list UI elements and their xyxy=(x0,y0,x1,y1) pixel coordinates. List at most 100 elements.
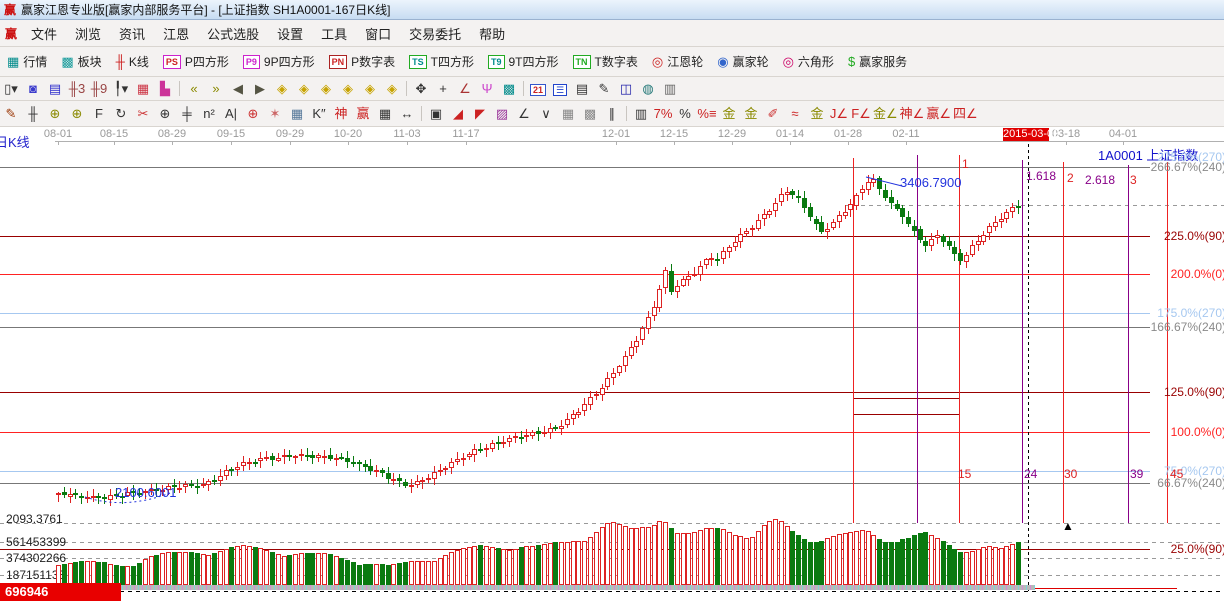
menu-item-gann[interactable]: 江恩 xyxy=(154,27,198,42)
tool-stamp-pattern[interactable]: ◙ xyxy=(22,80,44,97)
tool-circle-cross-tool[interactable]: ⊕ xyxy=(242,105,264,122)
tool-grid-a-tool[interactable]: ▦ xyxy=(557,105,579,122)
tool-crosshair-tool[interactable]: + xyxy=(432,80,454,97)
tool-star-grid-tool[interactable]: ✶ xyxy=(264,105,286,122)
f-ruler-tool-icon: F xyxy=(95,106,103,121)
toolbar-p-square-button[interactable]: PSP四方形 xyxy=(156,53,236,70)
volume-bar xyxy=(565,542,570,585)
menu-item-news[interactable]: 资讯 xyxy=(110,27,154,42)
volume-bar xyxy=(952,549,957,585)
tool-diamond-scroll-left[interactable]: ◈ xyxy=(271,80,293,97)
tool-spiral-tool[interactable]: ↻ xyxy=(110,105,132,122)
tool-diamond-expand-h[interactable]: ◈ xyxy=(315,80,337,97)
toolbar-kline-button[interactable]: ╫K线 xyxy=(109,53,156,70)
tool-edit-note[interactable]: ✎ xyxy=(593,80,615,97)
tool-pattern-search-tool[interactable]: ▩ xyxy=(498,80,520,97)
menu-item-settings[interactable]: 设置 xyxy=(268,27,312,42)
tool-percent-tool[interactable]: % xyxy=(674,105,696,122)
tool-diamond-compress-v[interactable]: ◈ xyxy=(381,80,403,97)
menu-item-help[interactable]: 帮助 xyxy=(470,27,514,42)
tool-clipboard[interactable]: ▤ xyxy=(44,80,66,97)
tool-grid-b-tool[interactable]: ▩ xyxy=(579,105,601,122)
toolbar-p-number-table-button[interactable]: PNP数字表 xyxy=(322,53,403,70)
tool-zigzag-tool[interactable]: ∨ xyxy=(535,105,557,122)
menu-item-file[interactable]: 文件 xyxy=(22,27,66,42)
tool-calendar[interactable]: 21 xyxy=(527,80,549,98)
tool-bars-9[interactable]: ╫9 xyxy=(88,80,110,97)
tool-magic-tool[interactable]: Ψ xyxy=(476,80,498,97)
toolbar-hexagon-button[interactable]: ◎六角形 xyxy=(776,53,841,70)
chart-canvas[interactable]: 日K线 1A0001 上证指数 275.0%(270)266.67%(240)2… xyxy=(0,127,1224,592)
tool-fan-box-tool[interactable]: ◤ xyxy=(469,105,491,122)
tool-n-square-tool[interactable]: n² xyxy=(198,105,220,122)
tool-knife-tool[interactable]: ✂ xyxy=(132,105,154,122)
tool-save[interactable]: ◫ xyxy=(615,80,637,97)
tool-pan-hand-tool[interactable]: ✥ xyxy=(410,80,432,97)
tool-color-histogram[interactable]: ▙ xyxy=(154,80,176,97)
tool-notebook[interactable]: ▤ xyxy=(571,80,593,97)
tool-pattern-box[interactable]: ▦ xyxy=(132,80,154,97)
tool-diamond-expand-v[interactable]: ◈ xyxy=(359,80,381,97)
tool-save-web[interactable]: ◍ xyxy=(637,80,659,97)
tool-last-bar[interactable]: » xyxy=(205,80,227,97)
tool-angle-fan-tool[interactable]: ∠ xyxy=(513,105,535,122)
tool-next-bar[interactable]: ▶ xyxy=(249,80,271,97)
tool-bars-3[interactable]: ╫3 xyxy=(66,80,88,97)
toolbar-9t-square-button[interactable]: T99T四方形 xyxy=(481,53,566,70)
tool-first-bar[interactable]: « xyxy=(183,80,205,97)
tool-parallel-lines-tool[interactable]: ∥ xyxy=(601,105,623,122)
tool-gold-circle-tool[interactable]: 金 xyxy=(718,105,740,122)
tool-period-type-dropdown[interactable]: ▯▾ xyxy=(0,80,22,97)
tool-ying-angle-tool[interactable]: 赢∠ xyxy=(925,105,952,122)
tool-shen-angle-tool[interactable]: 神∠ xyxy=(899,105,926,122)
tool-j-angle-tool[interactable]: J∠ xyxy=(828,105,850,122)
toolbar-t-number-table-button[interactable]: TNT数字表 xyxy=(566,53,645,70)
tool-fan-lines-tool[interactable]: ◢ xyxy=(447,105,469,122)
tool-knife-k-tool[interactable]: ✐ xyxy=(762,105,784,122)
tool-price-table-tool[interactable]: ▥ xyxy=(630,105,652,122)
tool-diamond-compress-h[interactable]: ◈ xyxy=(337,80,359,97)
tool-shen-tool[interactable]: 神 xyxy=(330,105,352,122)
menu-item-window[interactable]: 窗口 xyxy=(356,27,400,42)
tool-mirror-tool[interactable]: A| xyxy=(220,105,242,122)
tool-diamond-scroll-right[interactable]: ◈ xyxy=(293,80,315,97)
toolbar-winner-service-button[interactable]: $赢家服务 xyxy=(841,53,914,70)
tool-gold-lines-tool[interactable]: 金 xyxy=(740,105,762,122)
toolbar-winner-wheel-button[interactable]: ◉赢家轮 xyxy=(710,53,775,70)
tool-f-ruler-tool[interactable]: F xyxy=(88,105,110,122)
toolbar-gann-wheel-button[interactable]: ◎江恩轮 xyxy=(645,53,710,70)
menu-item-tools[interactable]: 工具 xyxy=(312,27,356,42)
tool-prev-bar[interactable]: ◀ xyxy=(227,80,249,97)
tool-export[interactable]: ▥ xyxy=(659,80,681,97)
tool-box-grid-tool[interactable]: ▦ xyxy=(286,105,308,122)
toolbar-9p-square-button[interactable]: P99P四方形 xyxy=(236,53,322,70)
menu-item-formula-stock-pick[interactable]: 公式选股 xyxy=(198,27,268,42)
tool-percent-lines-tool[interactable]: %≡ xyxy=(696,105,718,122)
toolbar-sectors-button[interactable]: ▩板块 xyxy=(54,53,108,70)
tool-gold-angle-tool[interactable]: 金∠ xyxy=(872,105,899,122)
tool-angle-measure-tool[interactable]: ∠ xyxy=(454,80,476,97)
toolbar-quotes-button[interactable]: ▦行情 xyxy=(0,53,54,70)
toolbar-t-square-button[interactable]: TST四方形 xyxy=(402,53,481,70)
tool-box-diagonal-tool[interactable]: ▨ xyxy=(491,105,513,122)
tool-gold-gate-tool-2[interactable]: ⊕ xyxy=(66,105,88,122)
tool-ying-tool[interactable]: 赢 xyxy=(352,105,374,122)
tool-f-angle-tool[interactable]: F∠ xyxy=(850,105,872,122)
tool-tick-ruler-tool[interactable]: ╪ xyxy=(176,105,198,122)
tool-hatch-tool[interactable]: ╫ xyxy=(22,105,44,122)
tool-calculator[interactable]: ☰ xyxy=(549,80,571,98)
tool-percent-7-tool[interactable]: 7% xyxy=(652,105,674,122)
tool-si-angle-tool[interactable]: 四∠ xyxy=(952,105,979,122)
tool-gold-underline-tool[interactable]: 金 xyxy=(806,105,828,122)
tool-candle-style-dropdown[interactable]: ╿▾ xyxy=(110,80,132,97)
tool-pen-tool[interactable]: ✎ xyxy=(0,105,22,122)
tool-wave-gold-tool[interactable]: ≈ xyxy=(784,105,806,122)
tool-k-mark-tool[interactable]: K″ xyxy=(308,105,330,122)
tool-square-frame-tool[interactable]: ▣ xyxy=(425,105,447,122)
menu-item-trade-order[interactable]: 交易委托 xyxy=(400,27,470,42)
tool-grid-123-tool[interactable]: ▦ xyxy=(374,105,396,122)
tool-gold-gate-tool-1[interactable]: ⊕ xyxy=(44,105,66,122)
menu-item-browse[interactable]: 浏览 xyxy=(66,27,110,42)
tool-cycle-ruler-tool[interactable]: ⊕ xyxy=(154,105,176,122)
tool-h-span-tool[interactable]: ↔ xyxy=(396,105,418,122)
